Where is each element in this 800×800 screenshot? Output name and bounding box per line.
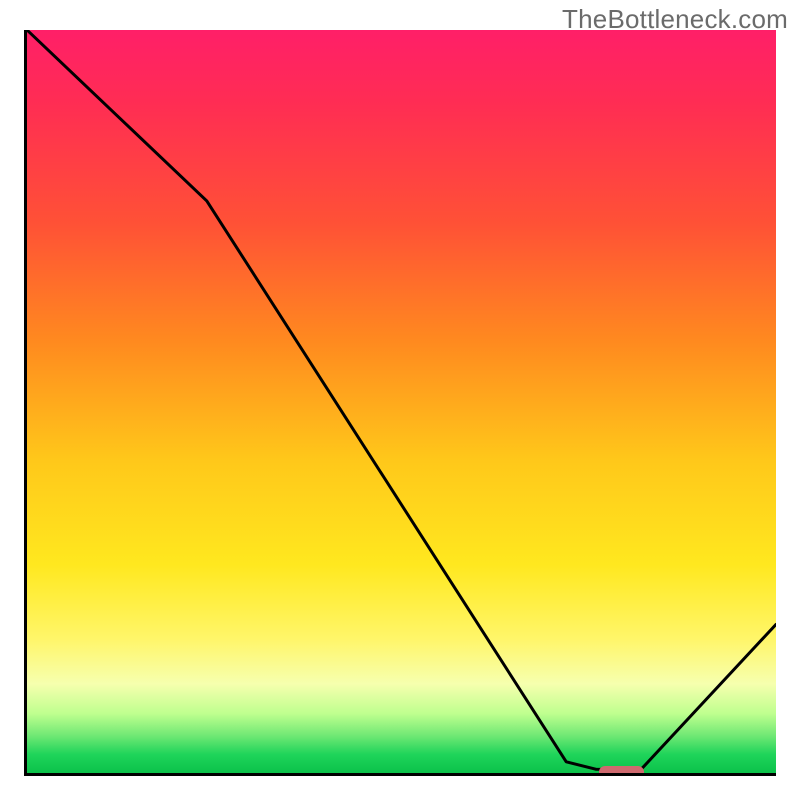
chart-container: TheBottleneck.com bbox=[0, 0, 800, 800]
watermark-text: TheBottleneck.com bbox=[562, 4, 788, 35]
optimal-marker bbox=[599, 766, 644, 776]
plot-area bbox=[24, 30, 776, 776]
bottleneck-curve bbox=[27, 30, 776, 769]
curve-svg bbox=[27, 30, 776, 773]
